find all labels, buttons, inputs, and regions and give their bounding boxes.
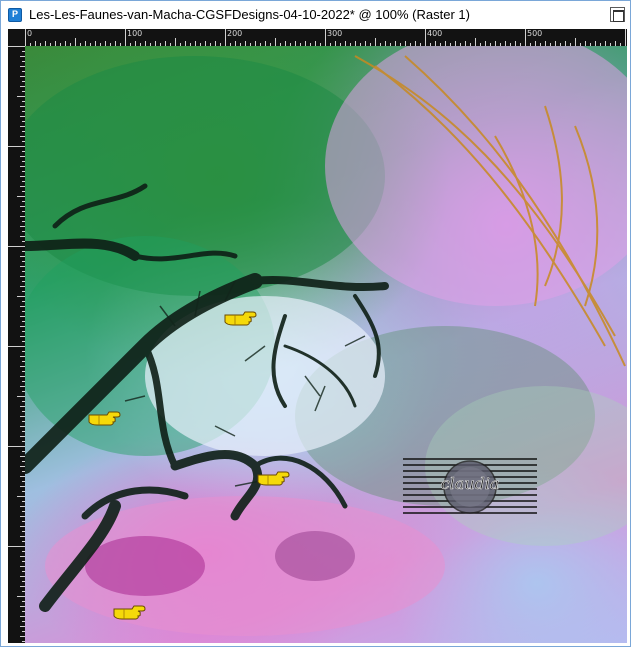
pointing-hand-icon [88,411,121,426]
image-canvas[interactable]: claudia [25,46,627,643]
paintshop-pro-document-icon: P [8,7,22,22]
pointing-hand-icon [224,311,257,326]
document-title: Les-Les-Faunes-van-Macha-CGSFDesigns-04-… [29,7,470,22]
vertical-ruler[interactable] [8,46,25,643]
horizontal-ruler[interactable]: 0 100 200 300 400 500 [25,29,627,46]
document-titlebar[interactable]: P Les-Les-Faunes-van-Macha-CGSFDesigns-0… [2,2,629,27]
artwork-illustration [25,46,627,636]
watermark-text: claudia [441,474,500,493]
ruler-label-400: 400 [427,29,443,38]
ruler-label-500: 500 [527,29,543,38]
pointing-hand-icon [257,471,290,486]
watermark-logo: claudia [403,455,537,521]
ruler-label-0: 0 [27,29,33,38]
document-window: P Les-Les-Faunes-van-Macha-CGSFDesigns-0… [0,0,631,647]
pointing-hand-icon [113,605,146,620]
ruler-corner [8,29,25,46]
ruler-label-200: 200 [227,29,243,38]
maximize-icon[interactable] [610,7,625,22]
ruler-label-300: 300 [327,29,343,38]
canvas-frame: 0 100 200 300 400 500 claudia [8,29,627,643]
vertical-ruler-ticks [8,46,25,642]
ruler-label-100: 100 [127,29,143,38]
